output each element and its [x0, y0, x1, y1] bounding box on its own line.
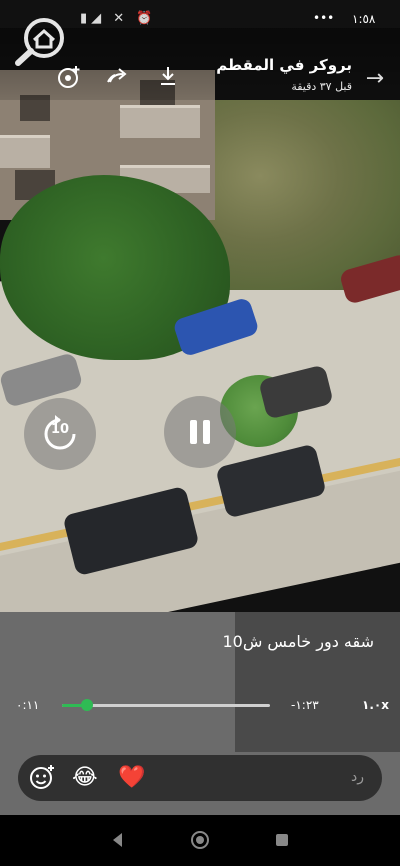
- post-time: قبل ٣٧ دقيقة: [291, 80, 352, 93]
- reaction-laugh[interactable]: 😂: [72, 763, 98, 793]
- download-icon[interactable]: [156, 64, 182, 90]
- seek-track[interactable]: [62, 704, 270, 707]
- status-time: ١:٥٨: [352, 12, 376, 26]
- playback-speed-button[interactable]: ١.٠x: [362, 698, 389, 712]
- video-trees-right: [200, 100, 400, 290]
- sticker-icon[interactable]: [28, 763, 56, 800]
- status-dots-icon: •••: [313, 11, 335, 25]
- pause-button[interactable]: [164, 396, 236, 468]
- rewind-seconds: 10: [50, 422, 70, 437]
- back-arrow-icon[interactable]: →: [366, 66, 384, 91]
- elapsed-time: ٠:١١: [16, 698, 40, 712]
- nav-home-icon[interactable]: [190, 830, 210, 850]
- house-search-logo: [14, 16, 72, 66]
- system-nav-bar: [0, 815, 400, 866]
- status-icons: ▮◢ ✕ ⏰: [80, 11, 157, 26]
- seek-handle[interactable]: [80, 699, 93, 711]
- reply-input[interactable]: رد: [351, 769, 364, 785]
- remaining-time: -١:٢٣: [291, 698, 319, 712]
- reaction-heart[interactable]: ❤️: [118, 763, 145, 793]
- contact-name[interactable]: بروكر في المقطم: [216, 56, 352, 74]
- add-emoji-icon[interactable]: [56, 64, 82, 90]
- forward-icon[interactable]: [106, 64, 132, 90]
- reply-bar[interactable]: 😂 ❤️ رد: [18, 755, 382, 801]
- video-timeline: ٠:١١ -١:٢٣ ١.٠x: [0, 690, 400, 720]
- rewind-10-button[interactable]: 10: [24, 398, 96, 470]
- video-caption: شقه دور خامس ش10: [222, 632, 374, 651]
- nav-recents-icon[interactable]: [272, 830, 292, 850]
- nav-back-icon[interactable]: [108, 830, 128, 850]
- pause-icon: [190, 420, 210, 444]
